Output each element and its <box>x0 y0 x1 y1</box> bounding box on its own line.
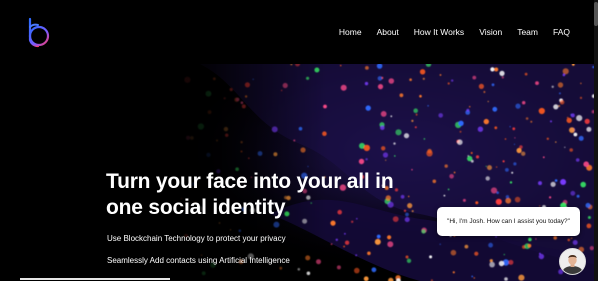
nav-item-vision[interactable]: Vision <box>479 27 502 37</box>
nav-item-how-it-works[interactable]: How It Works <box>414 27 464 37</box>
hero-title: Turn your face into your all in one soci… <box>106 169 406 221</box>
main-nav: Home About How It Works Vision Team FAQ <box>339 27 570 37</box>
bottom-progress-line <box>20 278 170 280</box>
hero-subtitle-contacts: Seamlessly Add contacts using Artificial… <box>107 256 290 265</box>
hero-title-line-1: Turn your face into your all in <box>106 170 394 193</box>
nav-item-faq[interactable]: FAQ <box>553 27 570 37</box>
hero-section: Turn your face into your all in one soci… <box>0 64 594 281</box>
hero-title-line-2: one social identity <box>106 196 286 219</box>
page: Home About How It Works Vision Team FAQ <box>0 0 598 281</box>
assistant-avatar[interactable] <box>559 248 586 275</box>
nav-item-team[interactable]: Team <box>517 27 538 37</box>
nav-item-about[interactable]: About <box>377 27 399 37</box>
scrollbar-thumb[interactable] <box>594 2 598 26</box>
page-scrollbar[interactable] <box>594 0 598 281</box>
chat-greeting-text: "Hi, I'm Josh. How can I assist you toda… <box>447 218 570 225</box>
nav-item-home[interactable]: Home <box>339 27 362 37</box>
brand-logo-icon[interactable] <box>24 16 52 48</box>
site-header: Home About How It Works Vision Team FAQ <box>0 0 598 64</box>
chat-greeting-bubble[interactable]: "Hi, I'm Josh. How can I assist you toda… <box>437 207 580 236</box>
assistant-avatar-icon <box>560 249 585 274</box>
hero-subtitle-privacy: Use Blockchain Technology to protect you… <box>107 234 286 243</box>
